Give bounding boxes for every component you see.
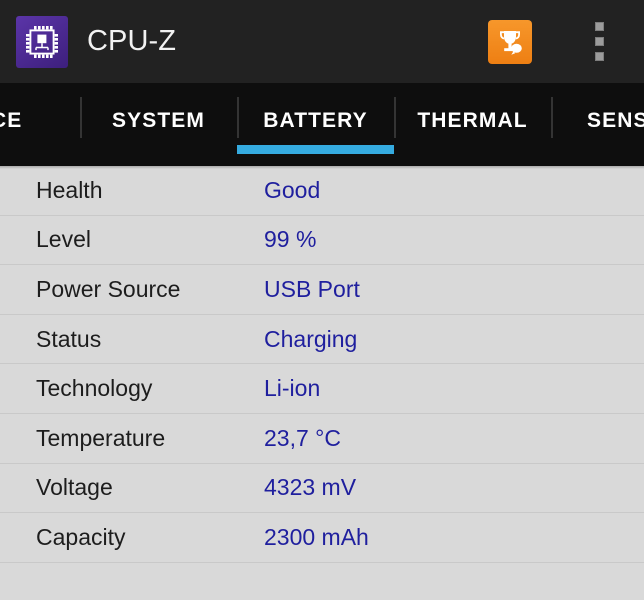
row-value: 2300 mAh: [264, 523, 369, 550]
tab-thermal[interactable]: THERMAL: [394, 83, 551, 166]
page-title: CPU-Z: [87, 25, 177, 57]
tab-system-label: SYSTEM: [112, 108, 205, 132]
tab-battery[interactable]: BATTERY: [237, 83, 394, 166]
more-vertical-icon-dot: [594, 37, 604, 46]
tab-sensors-label: SENS: [587, 108, 644, 132]
table-row: Status Charging: [0, 314, 644, 365]
trophy-icon: [500, 30, 522, 55]
table-row: Technology Li-ion: [0, 364, 644, 414]
row-label: Capacity: [36, 523, 126, 550]
row-label: Temperature: [36, 424, 166, 451]
row-label: Level: [36, 226, 91, 253]
row-value: Charging: [264, 325, 358, 352]
table-row: Temperature 23,7 °C: [0, 413, 644, 464]
row-label: Technology: [36, 375, 153, 402]
row-label: Status: [36, 325, 102, 352]
row-label: Voltage: [36, 474, 113, 501]
row-value: 23,7 °C: [264, 424, 341, 451]
tab-bar: VICE SYSTEM BATTERY THERMAL SENS: [0, 83, 644, 166]
achievements-button[interactable]: [488, 19, 532, 64]
table-row: Voltage 4323 mV: [0, 463, 644, 514]
row-value: 4323 mV: [264, 474, 357, 501]
overflow-menu-button[interactable]: [582, 17, 616, 67]
row-value: 99 %: [264, 226, 317, 253]
row-label: Health: [36, 176, 103, 203]
app-bar: CPU-Z: [0, 0, 644, 83]
more-vertical-icon-dot: [594, 22, 604, 31]
tab-battery-label: BATTERY: [263, 108, 368, 132]
cpu-chip-icon: [16, 15, 68, 68]
row-value: Good: [264, 176, 321, 203]
row-value: USB Port: [264, 275, 360, 302]
battery-info-table: Health Good Level 99 % Power Source USB …: [0, 166, 644, 600]
tab-thermal-label: THERMAL: [417, 108, 528, 132]
table-row: Power Source USB Port: [0, 265, 644, 315]
tab-device-label: VICE: [0, 108, 23, 132]
more-vertical-icon-dot: [594, 52, 604, 61]
cpuz-app-screen: CPU-Z VICE SYSTEM: [0, 0, 644, 600]
row-value: Li-ion: [264, 375, 321, 402]
table-row: Level 99 %: [0, 215, 644, 266]
row-label: Power Source: [36, 275, 181, 302]
table-row: Health Good: [0, 166, 644, 216]
table-row-empty: [0, 562, 644, 600]
tab-active-indicator: [237, 145, 394, 154]
tab-device[interactable]: VICE: [0, 83, 80, 166]
table-row: Capacity 2300 mAh: [0, 513, 644, 563]
tab-system[interactable]: SYSTEM: [80, 83, 237, 166]
tab-sensors[interactable]: SENS: [551, 83, 644, 166]
